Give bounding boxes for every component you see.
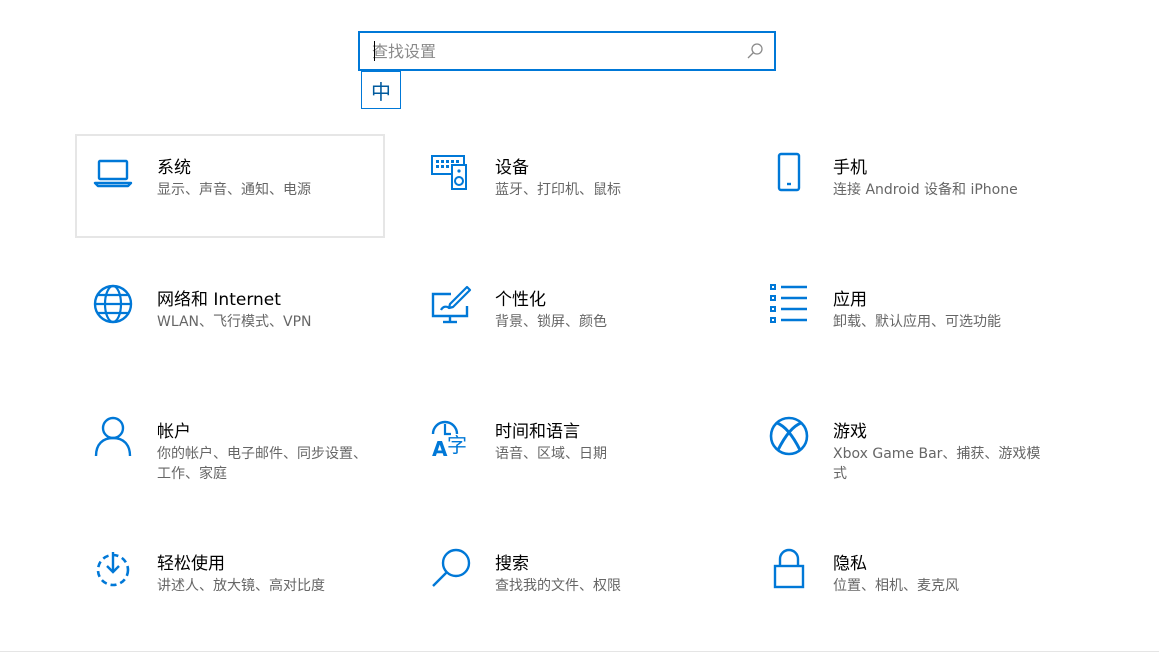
tile-description: 蓝牙、打印机、鼠标 bbox=[495, 180, 715, 200]
tile-network[interactable]: 网络和 Internet WLAN、飞行模式、VPN bbox=[75, 266, 385, 370]
tile-apps[interactable]: 应用 卸载、默认应用、可选功能 bbox=[751, 266, 1061, 370]
devices-icon bbox=[429, 150, 473, 194]
tile-title: 个性化 bbox=[495, 285, 546, 310]
svg-text:A: A bbox=[432, 437, 448, 458]
tile-description: 语音、区域、日期 bbox=[495, 444, 715, 464]
tile-description: 卸载、默认应用、可选功能 bbox=[833, 312, 1053, 332]
tile-description: WLAN、飞行模式、VPN bbox=[157, 312, 377, 332]
tile-description: 显示、声音、通知、电源 bbox=[157, 180, 377, 200]
ease-of-access-icon bbox=[91, 546, 135, 590]
tile-description: 连接 Android 设备和 iPhone bbox=[833, 180, 1053, 200]
laptop-icon bbox=[91, 150, 135, 194]
tile-gaming[interactable]: 游戏 Xbox Game Bar、捕获、游戏模式 bbox=[751, 398, 1061, 502]
tile-personalization[interactable]: 个性化 背景、锁屏、颜色 bbox=[413, 266, 723, 370]
tile-time-language[interactable]: A 字 时间和语言 语音、区域、日期 bbox=[413, 398, 723, 502]
time-language-icon: A 字 bbox=[429, 414, 473, 458]
xbox-icon bbox=[767, 414, 811, 458]
phone-icon bbox=[767, 150, 811, 194]
tile-privacy[interactable]: 隐私 位置、相机、麦克风 bbox=[751, 530, 1061, 634]
text-caret bbox=[374, 41, 375, 61]
globe-icon bbox=[91, 282, 135, 326]
svg-text:字: 字 bbox=[447, 433, 467, 457]
tile-title: 搜索 bbox=[495, 549, 529, 574]
person-icon bbox=[91, 414, 135, 458]
search-input[interactable] bbox=[372, 33, 732, 69]
tile-title: 系统 bbox=[157, 153, 191, 178]
tile-description: 你的帐户、电子邮件、同步设置、工作、家庭 bbox=[157, 444, 377, 484]
tile-title: 应用 bbox=[833, 285, 867, 310]
tile-title: 手机 bbox=[833, 153, 867, 178]
tile-title: 隐私 bbox=[833, 549, 867, 574]
tile-description: 背景、锁屏、颜色 bbox=[495, 312, 715, 332]
tile-system[interactable]: 系统 显示、声音、通知、电源 bbox=[75, 134, 385, 238]
tile-description: 查找我的文件、权限 bbox=[495, 576, 715, 596]
tile-description: Xbox Game Bar、捕获、游戏模式 bbox=[833, 444, 1053, 484]
tile-description: 讲述人、放大镜、高对比度 bbox=[157, 576, 377, 596]
tile-accounts[interactable]: 帐户 你的帐户、电子邮件、同步设置、工作、家庭 bbox=[75, 398, 385, 502]
search-icon bbox=[429, 546, 473, 590]
paint-brush-icon bbox=[429, 282, 473, 326]
tile-phone[interactable]: 手机 连接 Android 设备和 iPhone bbox=[751, 134, 1061, 238]
tile-search[interactable]: 搜索 查找我的文件、权限 bbox=[413, 530, 723, 634]
tile-title: 网络和 Internet bbox=[157, 285, 281, 310]
tile-title: 时间和语言 bbox=[495, 417, 580, 442]
tile-ease-of-access[interactable]: 轻松使用 讲述人、放大镜、高对比度 bbox=[75, 530, 385, 634]
tile-title: 游戏 bbox=[833, 417, 867, 442]
ime-mode-indicator[interactable]: 中 bbox=[361, 71, 401, 109]
lock-icon bbox=[767, 546, 811, 590]
settings-search-box[interactable] bbox=[358, 31, 776, 71]
tile-title: 轻松使用 bbox=[157, 549, 225, 574]
tile-description: 位置、相机、麦克风 bbox=[833, 576, 1053, 596]
tile-title: 设备 bbox=[495, 153, 529, 178]
tile-title: 帐户 bbox=[157, 417, 191, 442]
divider bbox=[0, 651, 1159, 652]
tile-devices[interactable]: 设备 蓝牙、打印机、鼠标 bbox=[413, 134, 723, 238]
app-list-icon bbox=[767, 282, 811, 326]
search-icon[interactable] bbox=[746, 42, 764, 60]
